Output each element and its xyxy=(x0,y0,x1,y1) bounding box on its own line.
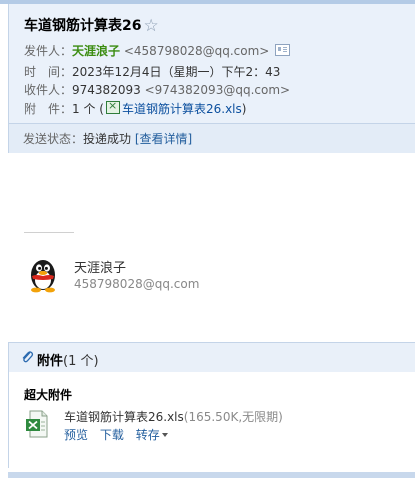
status-label: 发送状态： xyxy=(23,132,84,146)
delivery-status: 发送状态：投递成功 [查看详情] xyxy=(23,130,192,147)
signature-email: 458798028@qq.com xyxy=(74,277,200,291)
time-label: 时 间： xyxy=(24,65,73,79)
mail-subject: 车道钢筋计算表26 ☆ xyxy=(24,15,159,36)
attachment-file-link[interactable]: 车道钢筋计算表26.xls xyxy=(122,102,242,116)
attachment-close-paren: ) xyxy=(241,102,247,116)
status-value: 投递成功 xyxy=(83,132,132,146)
signature-divider xyxy=(24,232,74,233)
attachment-file-meta: (165.50K,无限期) xyxy=(183,410,283,424)
save-to-dropdown[interactable]: 转存 xyxy=(136,428,168,442)
download-link[interactable]: 下载 xyxy=(100,428,124,442)
contact-card-icon[interactable] xyxy=(275,44,291,56)
attachment-file-title[interactable]: 车道钢筋计算表26.xls xyxy=(64,410,184,424)
delivery-status-bar: 发送状态：投递成功 [查看详情] xyxy=(9,123,415,153)
bottom-section-border xyxy=(8,472,415,478)
status-detail-link[interactable]: [查看详情] xyxy=(135,132,192,146)
paperclip-icon xyxy=(22,351,34,363)
attachment-row: 附 件：1 个 ( 车道钢筋计算表26.xls) xyxy=(24,99,247,117)
attachment-file-name: 车道钢筋计算表26.xls(165.50K,无限期) xyxy=(64,408,283,425)
attachments-header: 附件(1 个) xyxy=(8,342,415,372)
time-value: 2023年12月4日（星期一）下午2：43 xyxy=(72,65,281,79)
preview-link[interactable]: 预览 xyxy=(64,428,88,442)
attachment-label: 附 件： xyxy=(24,102,73,116)
recipient-name[interactable]: 974382093 xyxy=(72,83,141,97)
attachments-title-text: 附件 xyxy=(37,354,64,369)
sender-row: 发件人：天涯浪子 <458798028@qq.com> xyxy=(24,42,291,59)
recipient-address: <974382093@qq.com> xyxy=(144,83,291,97)
sender-label: 发件人： xyxy=(24,44,73,58)
dropdown-caret-icon xyxy=(161,433,168,437)
attachments-title: 附件(1 个) xyxy=(37,350,99,369)
qq-penguin-avatar xyxy=(31,260,55,293)
attachment-open-paren: ( xyxy=(99,102,104,116)
large-attachment-label: 超大附件 xyxy=(24,388,73,402)
mail-header: 车道钢筋计算表26 ☆ 发件人：天涯浪子 <458798028@qq.com> 时… xyxy=(8,4,415,153)
signature-name: 天涯浪子 xyxy=(74,261,127,276)
time-row: 时 间：2023年12月4日（星期一）下午2：43 xyxy=(24,63,280,80)
xls-file-icon xyxy=(26,410,48,438)
attachment-count: 1 个 xyxy=(72,102,96,116)
sender-address: <458798028@qq.com> xyxy=(123,44,270,58)
recipient-row: 收件人：974382093 <974382093@qq.com> xyxy=(24,81,290,98)
save-to-label: 转存 xyxy=(135,428,160,442)
attachment-actions: 预览 下载 转存 xyxy=(64,426,168,443)
attachments-count: (1 个) xyxy=(63,354,99,369)
xls-file-icon xyxy=(105,99,120,114)
subject-text: 车道钢筋计算表26 xyxy=(24,18,142,34)
sender-name[interactable]: 天涯浪子 xyxy=(72,44,120,58)
star-icon[interactable]: ☆ xyxy=(143,16,158,36)
recipient-label: 收件人： xyxy=(24,83,73,97)
attachments-body: 超大附件 车道钢筋计算表26.xls(165.50K,无限期) 预览 下载 转存 xyxy=(8,372,415,468)
